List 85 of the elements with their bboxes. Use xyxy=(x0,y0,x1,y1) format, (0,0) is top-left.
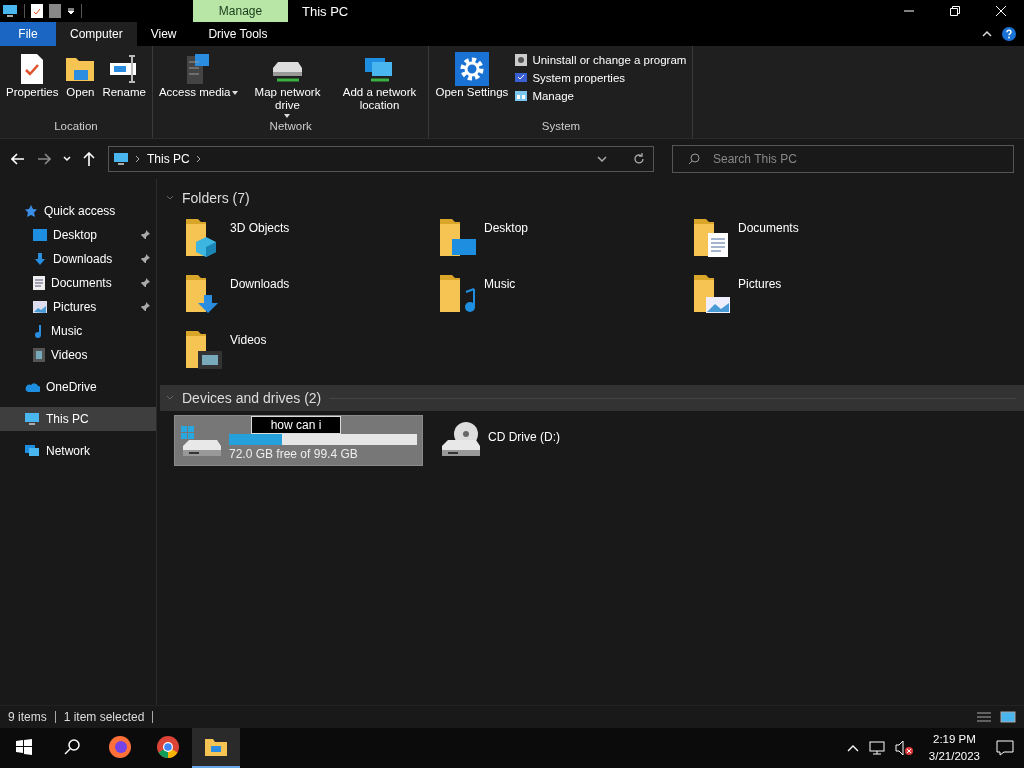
folder-item[interactable]: Videos xyxy=(184,323,438,379)
onedrive-cloud-icon xyxy=(24,381,40,393)
ribbon-button[interactable]: Open Settings xyxy=(433,50,511,120)
network-icon[interactable] xyxy=(868,741,885,755)
sidebar-item[interactable]: Music xyxy=(0,319,156,343)
speaker-muted-icon[interactable] xyxy=(894,740,913,756)
sidebar-item[interactable]: Network xyxy=(0,439,156,463)
section-title: Devices and drives (2) xyxy=(182,390,322,406)
minimize-icon xyxy=(904,10,914,12)
section-title: Folders (7) xyxy=(182,190,250,206)
details-view-icon[interactable] xyxy=(976,711,992,723)
sidebar-item[interactable]: Videos xyxy=(0,343,156,367)
group-label: Network xyxy=(268,120,313,134)
free-space-text: 72.0 GB free of 99.4 GB xyxy=(229,447,359,461)
computer-icon xyxy=(2,4,18,18)
computer-manage-icon xyxy=(514,89,529,103)
sidebar-item[interactable]: Pictures xyxy=(0,295,156,319)
folder-item[interactable]: Pictures xyxy=(692,267,946,323)
document-icon xyxy=(33,276,45,290)
drive-tile[interactable]: how can i 72.0 GB free of 99.4 GB xyxy=(174,415,423,466)
file-explorer-icon[interactable] xyxy=(192,728,240,768)
pin-icon xyxy=(140,278,150,288)
status-text: 9 items xyxy=(8,710,47,724)
properties-icon[interactable] xyxy=(31,4,43,18)
disc-box-icon xyxy=(514,53,529,67)
restore-icon xyxy=(950,6,960,16)
ribbon-button[interactable]: Uninstall or change a program xyxy=(512,52,689,68)
picture-icon xyxy=(33,301,47,313)
ribbon-button[interactable]: System properties xyxy=(512,70,689,86)
sidebar-item[interactable]: Documents xyxy=(0,271,156,295)
window-title: This PC xyxy=(301,2,350,21)
search-field[interactable]: Search This PC xyxy=(672,145,1014,173)
star-icon xyxy=(24,204,38,218)
pin-icon xyxy=(140,230,150,240)
ribbon-button[interactable]: Properties xyxy=(4,50,61,120)
chevron-up-icon[interactable] xyxy=(846,744,859,752)
pin-icon xyxy=(140,302,150,312)
folder-item[interactable]: Downloads xyxy=(184,267,438,323)
computer-icon xyxy=(24,412,40,426)
folder-item[interactable]: Documents xyxy=(692,211,946,267)
rename-field[interactable]: how can i xyxy=(251,416,341,434)
group-label: System xyxy=(540,120,582,134)
ribbon-button[interactable]: Open xyxy=(62,50,99,120)
download-arrow-icon xyxy=(33,252,47,266)
ribbon-tab[interactable]: View xyxy=(136,22,191,46)
notifications-icon[interactable] xyxy=(996,740,1014,756)
ribbon-tab[interactable]: Drive Tools xyxy=(190,22,286,46)
address-bar[interactable]: This PC xyxy=(108,146,654,172)
group-label: Location xyxy=(53,120,99,134)
settings-icon xyxy=(454,52,489,86)
search-icon xyxy=(688,153,700,165)
pin-icon xyxy=(140,254,150,264)
clock-date[interactable]: 3/21/2023 xyxy=(928,748,980,765)
large-icons-view-icon[interactable] xyxy=(1000,711,1016,723)
sidebar-item[interactable]: Quick access xyxy=(0,199,156,223)
search-icon xyxy=(64,739,80,755)
dropdown-icon[interactable] xyxy=(67,7,75,15)
ribbon-button[interactable]: Rename xyxy=(100,50,148,120)
folder-item[interactable]: Music xyxy=(438,267,692,323)
sidebar-item[interactable]: This PC xyxy=(0,407,156,431)
ribbon-tab[interactable]: Computer xyxy=(56,22,137,46)
help-icon[interactable] xyxy=(1002,27,1016,41)
recent-dropdown[interactable] xyxy=(60,156,74,162)
network-icon xyxy=(24,444,40,458)
sidebar-item[interactable]: Downloads xyxy=(0,247,156,271)
collapse-chevron-icon[interactable] xyxy=(166,195,174,201)
drive-tile[interactable]: CD Drive (D:) xyxy=(433,415,682,466)
ribbon-button[interactable]: Map network drive xyxy=(242,50,333,120)
collapse-ribbon-icon[interactable] xyxy=(982,30,992,38)
close-icon xyxy=(996,6,1006,16)
ribbon-button[interactable]: Add a network location xyxy=(334,50,425,120)
windows-logo-icon xyxy=(16,739,32,755)
folder-item[interactable]: 3D Objects xyxy=(184,211,438,267)
clock-time[interactable]: 2:19 PM xyxy=(933,731,976,748)
context-tab-label: Manage xyxy=(193,0,288,22)
ribbon-tab[interactable]: File xyxy=(0,22,56,46)
film-icon xyxy=(33,348,45,362)
sidebar-item[interactable]: Desktop xyxy=(0,223,156,247)
ribbon-button[interactable]: Access media xyxy=(156,50,241,120)
monitor-check-icon xyxy=(514,71,529,85)
status-text: 1 item selected xyxy=(63,710,145,724)
desktop-icon xyxy=(33,229,47,241)
ribbon-button[interactable]: Manage xyxy=(512,88,689,104)
sidebar-item[interactable]: OneDrive xyxy=(0,375,156,399)
folder-item[interactable]: Desktop xyxy=(438,211,692,267)
